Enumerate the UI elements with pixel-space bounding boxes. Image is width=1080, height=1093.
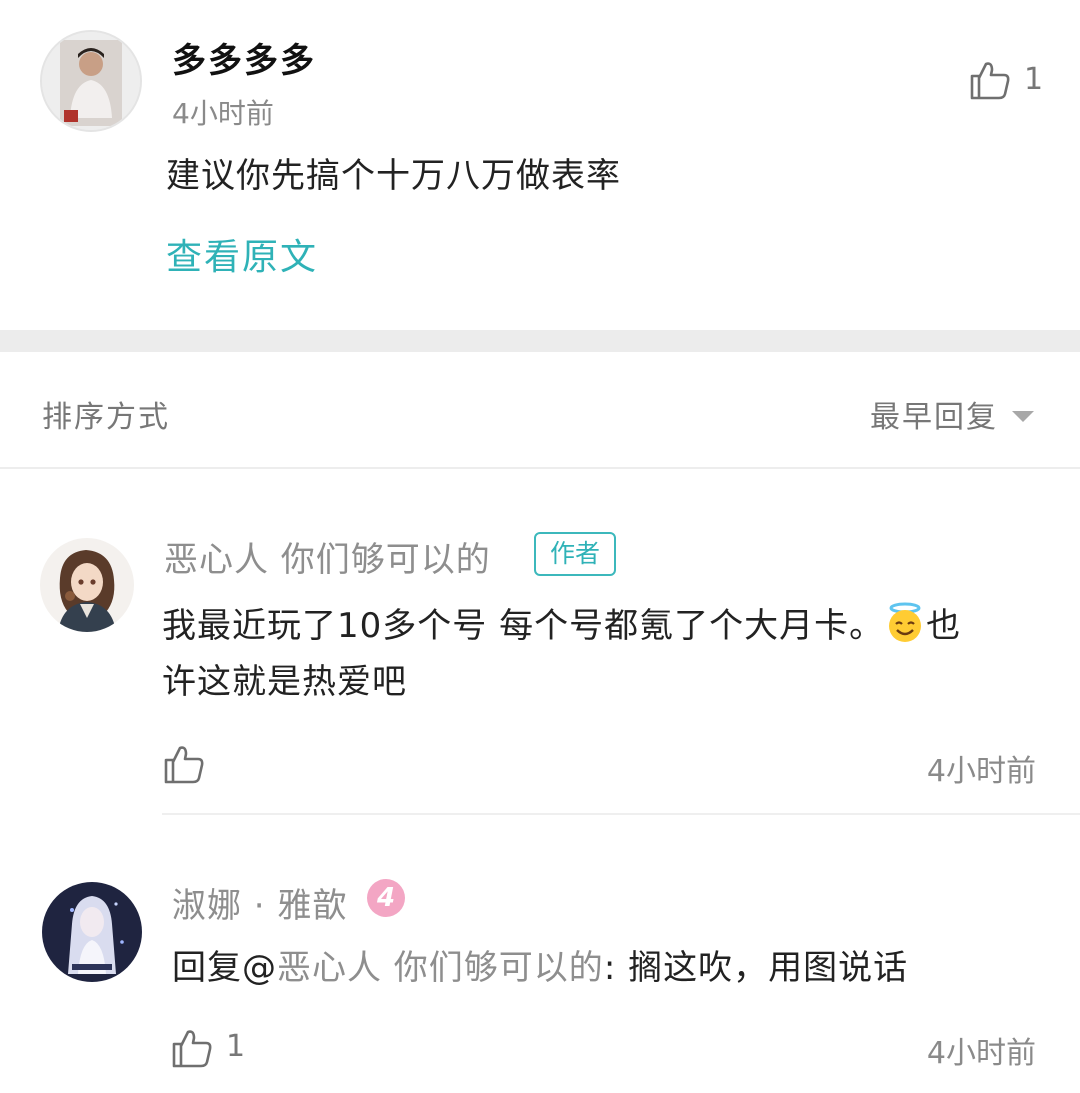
reply-avatar[interactable] (42, 882, 142, 982)
thumbs-up-icon[interactable] (170, 1026, 214, 1070)
top-comment-username[interactable]: 多多多多 (172, 33, 316, 82)
mentioned-username[interactable]: 恶心人 你们够可以的 (277, 948, 604, 988)
reply-avatar[interactable] (40, 538, 134, 632)
reply-username[interactable]: 恶心人 你们够可以的 (164, 532, 491, 581)
top-comment-like-count: 1 (1024, 62, 1044, 97)
reply-text-line: 我最近玩了10多个号 每个号都氪了个大月卡。 (162, 606, 885, 646)
sort-divider (0, 467, 1080, 469)
section-separator (0, 330, 1080, 352)
reply-text-line-end: 也 (926, 606, 962, 646)
reply-text: 我最近玩了10多个号 每个号都氪了个大月卡。 也 许这就是热爱吧 (162, 598, 1042, 710)
reply-text-content: : 搁这吹，用图说话 (603, 948, 909, 988)
reply-divider (162, 813, 1080, 815)
reply-text: 回复@恶心人 你们够可以的: 搁这吹，用图说话 (172, 940, 908, 996)
caret-down-icon (1012, 410, 1034, 422)
reply-prefix: 回复@ (172, 948, 277, 988)
reply-text-line: 许这就是热爱吧 (162, 662, 407, 702)
thumbs-up-icon[interactable] (968, 58, 1012, 102)
top-comment-avatar[interactable] (40, 30, 142, 132)
top-comment-text: 建议你先搞个十万八万做表率 (166, 156, 621, 196)
reply-timestamp: 4小时前 (926, 1036, 1036, 1071)
reply-timestamp: 4小时前 (926, 754, 1036, 789)
thumbs-up-icon[interactable] (162, 742, 206, 786)
sort-order-dropdown[interactable]: 最早回复 (870, 392, 1034, 436)
author-badge: 作者 (534, 532, 617, 576)
reply-username[interactable]: 淑娜 · 雅歆 (172, 878, 347, 927)
top-comment-timestamp: 4小时前 (172, 97, 274, 130)
sort-selected-value: 最早回复 (870, 400, 998, 435)
sort-label: 排序方式 (42, 400, 170, 435)
reply-like-count: 1 (226, 1029, 246, 1064)
view-original-link[interactable]: 查看原文 (166, 228, 318, 280)
smiling-face-with-halo-emoji (889, 602, 922, 642)
level-badge: 4 (367, 879, 405, 917)
